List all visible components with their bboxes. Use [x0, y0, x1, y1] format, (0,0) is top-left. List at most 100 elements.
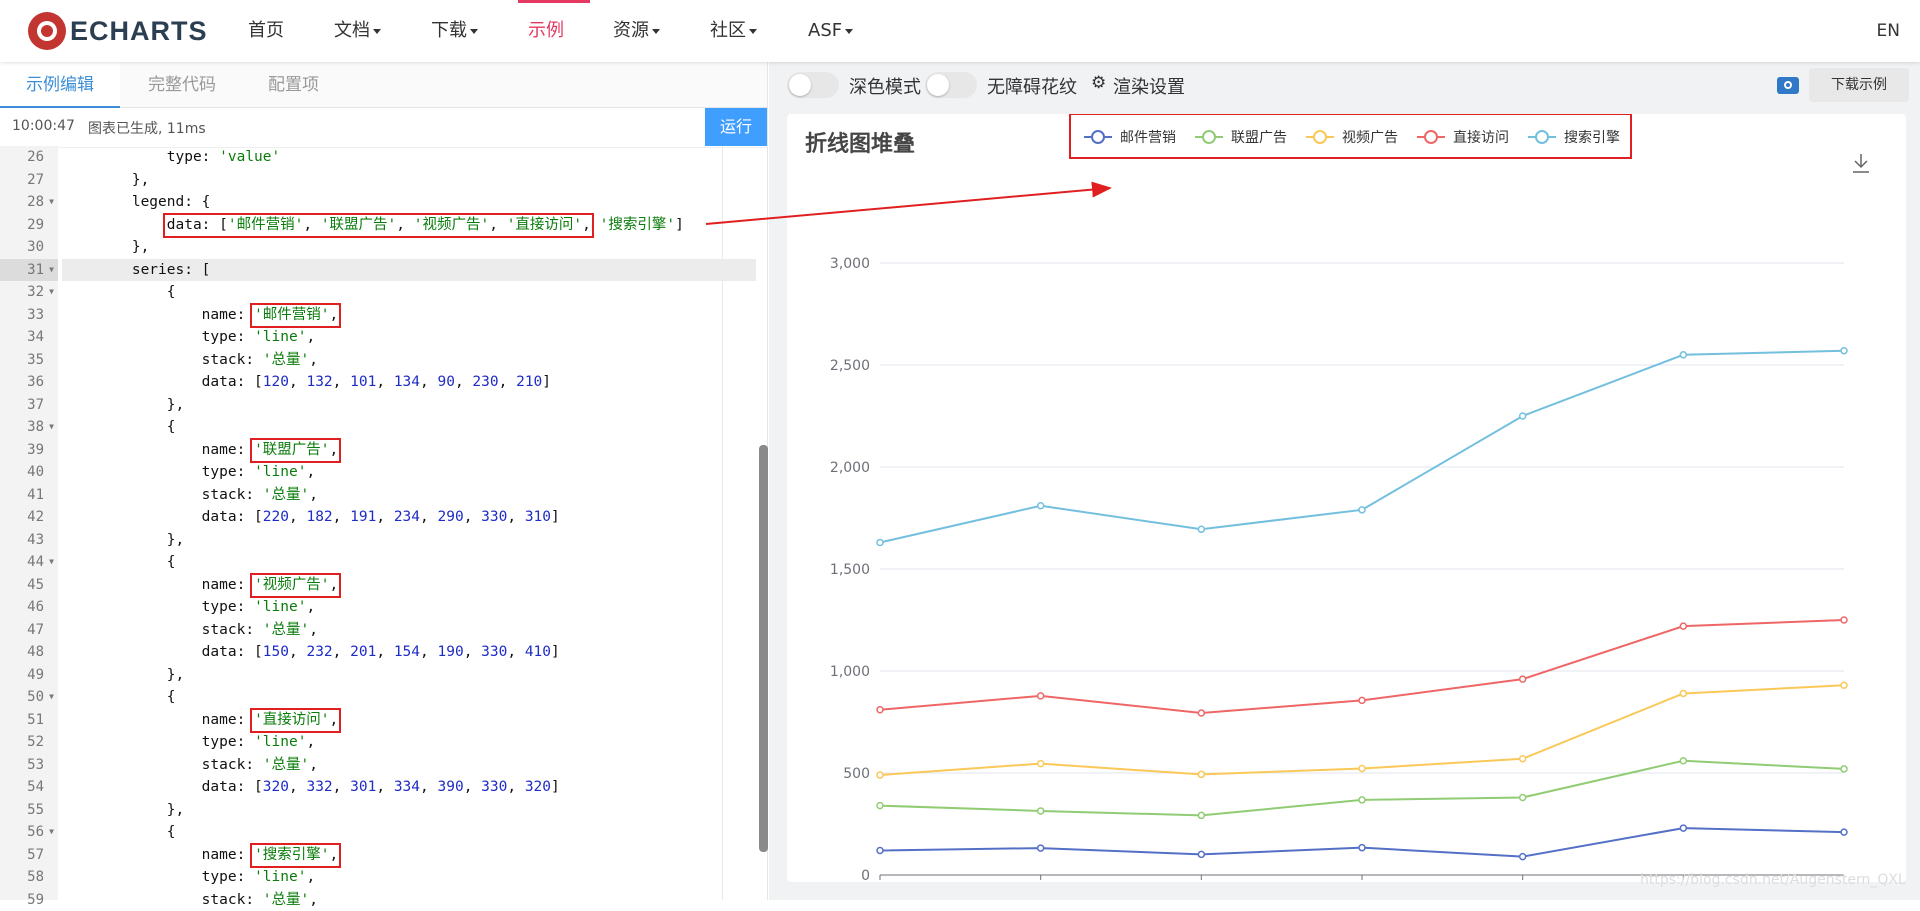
line-number: 38▼	[0, 416, 58, 439]
aria-decal-toggle[interactable]	[925, 72, 977, 98]
code-line[interactable]: stack: '总量',	[62, 754, 756, 777]
render-settings-label[interactable]: 渲染设置	[1113, 73, 1185, 99]
code-line[interactable]: {	[62, 686, 756, 709]
code-line[interactable]: },	[62, 529, 756, 552]
tab-full-code[interactable]: 完整代码	[122, 62, 242, 108]
code-line[interactable]: name: '视频广告',	[62, 574, 756, 597]
data-point	[1038, 503, 1044, 509]
code-line[interactable]: {	[62, 821, 756, 844]
line-number-gutter: 262728▼293031▼32▼333435363738▼3940414243…	[0, 146, 58, 900]
fold-toggle-icon[interactable]: ▼	[49, 281, 54, 304]
line-number: 42	[0, 506, 58, 529]
highlight-box	[250, 708, 341, 734]
code-line[interactable]: {	[62, 551, 756, 574]
line-number: 37	[0, 394, 58, 417]
fold-toggle-icon[interactable]: ▼	[49, 259, 54, 282]
data-point	[1841, 348, 1847, 354]
download-example-button[interactable]: 下载示例	[1809, 68, 1909, 102]
dark-mode-toggle[interactable]	[787, 72, 839, 98]
code-line[interactable]: type: 'line',	[62, 461, 756, 484]
line-number: 39	[0, 439, 58, 462]
nav-item-asf[interactable]: ASF	[808, 0, 853, 62]
code-line[interactable]: name: '联盟广告',	[62, 439, 756, 462]
nav-item-download[interactable]: 下载	[431, 0, 478, 62]
legend-marker	[1425, 131, 1437, 143]
data-point	[1841, 829, 1847, 835]
code-line[interactable]: },	[62, 394, 756, 417]
code-line[interactable]: name: '直接访问',	[62, 709, 756, 732]
tab-options[interactable]: 配置项	[242, 62, 345, 108]
code-line[interactable]: series: [	[62, 259, 756, 282]
code-line[interactable]: },	[62, 799, 756, 822]
fold-toggle-icon[interactable]: ▼	[49, 191, 54, 214]
code-line[interactable]: data: [320, 332, 301, 334, 390, 330, 320…	[62, 776, 756, 799]
nav-label: 首页	[248, 20, 284, 41]
line-number: 45	[0, 574, 58, 597]
y-tick-label: 2,000	[830, 460, 870, 476]
code-line[interactable]: {	[62, 281, 756, 304]
data-point	[1359, 766, 1365, 772]
code-line[interactable]: },	[62, 236, 756, 259]
code-line[interactable]: data: [150, 232, 201, 154, 190, 330, 410…	[62, 641, 756, 664]
line-number: 46	[0, 596, 58, 619]
code-line[interactable]: name: '邮件营销',	[62, 304, 756, 327]
code-line[interactable]: type: 'line',	[62, 326, 756, 349]
highlight-box	[250, 438, 341, 464]
nav-item-examples[interactable]: 示例	[528, 0, 564, 62]
code-line[interactable]: data: [220, 182, 191, 234, 290, 330, 310…	[62, 506, 756, 529]
data-point	[1359, 845, 1365, 851]
code-line[interactable]: stack: '总量',	[62, 484, 756, 507]
echarts-logo[interactable]: ECHARTS	[28, 10, 208, 52]
y-tick-label: 3,000	[830, 256, 870, 272]
data-point	[1038, 845, 1044, 851]
line-number: 26	[0, 146, 58, 169]
code-line[interactable]: name: '搜索引擎',	[62, 844, 756, 867]
nav-label: 示例	[528, 20, 564, 41]
save-as-image-icon	[1853, 154, 1869, 172]
legend-marker	[1092, 131, 1104, 143]
code-line[interactable]: legend: {	[62, 191, 756, 214]
nav-item-community[interactable]: 社区	[710, 0, 757, 62]
gear-icon[interactable]: ⚙	[1091, 73, 1106, 93]
nav-label: 文档	[334, 20, 370, 41]
y-tick-label: 500	[843, 766, 870, 782]
data-point	[877, 539, 883, 545]
nav-item-resources[interactable]: 资源	[613, 0, 660, 62]
top-nav: ECHARTS 首页 文档 下载 示例 资源 社区 ASF EN	[0, 0, 1920, 62]
code-line[interactable]: {	[62, 416, 756, 439]
editor-scrollbar[interactable]	[759, 445, 768, 852]
code-line[interactable]: type: 'line',	[62, 596, 756, 619]
code-line[interactable]: },	[62, 169, 756, 192]
tab-edit-example[interactable]: 示例编辑	[0, 62, 120, 108]
data-point	[1841, 682, 1847, 688]
legend-label: 联盟广告	[1231, 130, 1287, 146]
data-point	[877, 848, 883, 854]
code-line[interactable]: stack: '总量',	[62, 619, 756, 642]
data-point	[1198, 771, 1204, 777]
nav-label: 资源	[613, 20, 649, 41]
code-line[interactable]: type: 'line',	[62, 731, 756, 754]
line-number: 27	[0, 169, 58, 192]
code-line[interactable]: type: 'value'	[62, 146, 756, 169]
fold-toggle-icon[interactable]: ▼	[49, 416, 54, 439]
fold-toggle-icon[interactable]: ▼	[49, 551, 54, 574]
data-point	[1520, 854, 1526, 860]
fold-toggle-icon[interactable]: ▼	[49, 686, 54, 709]
data-point	[1680, 623, 1686, 629]
echarts-logo-icon	[28, 12, 66, 50]
code-line[interactable]: type: 'line',	[62, 866, 756, 889]
status-time: 10:00:47	[12, 118, 75, 134]
language-switch[interactable]: EN	[1877, 0, 1900, 62]
fold-toggle-icon[interactable]: ▼	[49, 821, 54, 844]
code-line[interactable]: stack: '总量',	[62, 349, 756, 372]
chevron-down-icon	[470, 29, 478, 34]
run-button[interactable]: 运行	[705, 108, 767, 146]
code-line[interactable]: data: [120, 132, 101, 134, 90, 230, 210]	[62, 371, 756, 394]
camera-icon[interactable]	[1777, 77, 1799, 94]
code-line[interactable]: },	[62, 664, 756, 687]
nav-item-home[interactable]: 首页	[248, 0, 284, 62]
data-point	[1520, 794, 1526, 800]
legend-label: 直接访问	[1453, 129, 1509, 146]
nav-item-docs[interactable]: 文档	[334, 0, 381, 62]
code-editor[interactable]: 262728▼293031▼32▼333435363738▼3940414243…	[0, 146, 768, 900]
